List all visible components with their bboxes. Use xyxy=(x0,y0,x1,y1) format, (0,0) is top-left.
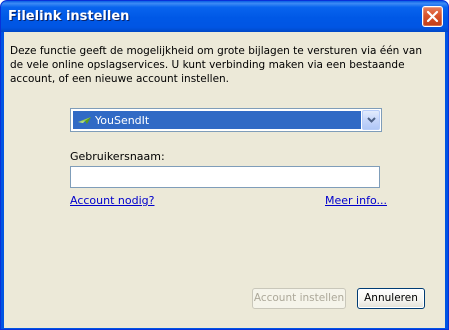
dialog-window: Filelink instellen Deze functie geeft de… xyxy=(0,0,449,330)
yousendit-logo-icon xyxy=(78,117,91,124)
provider-selected-item[interactable]: YouSendIt xyxy=(73,111,361,129)
dropdown-button[interactable] xyxy=(362,110,380,130)
dialog-body: Deze functie geeft de mogelijkheid om gr… xyxy=(4,32,445,328)
title-bar[interactable]: Filelink instellen xyxy=(1,1,448,32)
more-info-link[interactable]: Meer info... xyxy=(325,194,387,207)
account-needed-link[interactable]: Account nodig? xyxy=(70,194,154,207)
provider-selected-label: YouSendIt xyxy=(95,114,150,127)
cancel-button[interactable]: Annuleren xyxy=(357,288,425,309)
close-button[interactable] xyxy=(422,6,443,27)
username-label: Gebruikersnaam: xyxy=(70,150,165,163)
chevron-down-icon xyxy=(367,117,376,123)
window-title: Filelink instellen xyxy=(8,9,130,24)
username-input[interactable] xyxy=(70,166,380,188)
provider-select[interactable]: YouSendIt xyxy=(70,108,382,132)
description-text: Deze functie geeft de mogelijkheid om gr… xyxy=(10,45,422,85)
setup-account-button[interactable]: Account instellen xyxy=(252,288,346,309)
close-icon xyxy=(426,10,439,23)
